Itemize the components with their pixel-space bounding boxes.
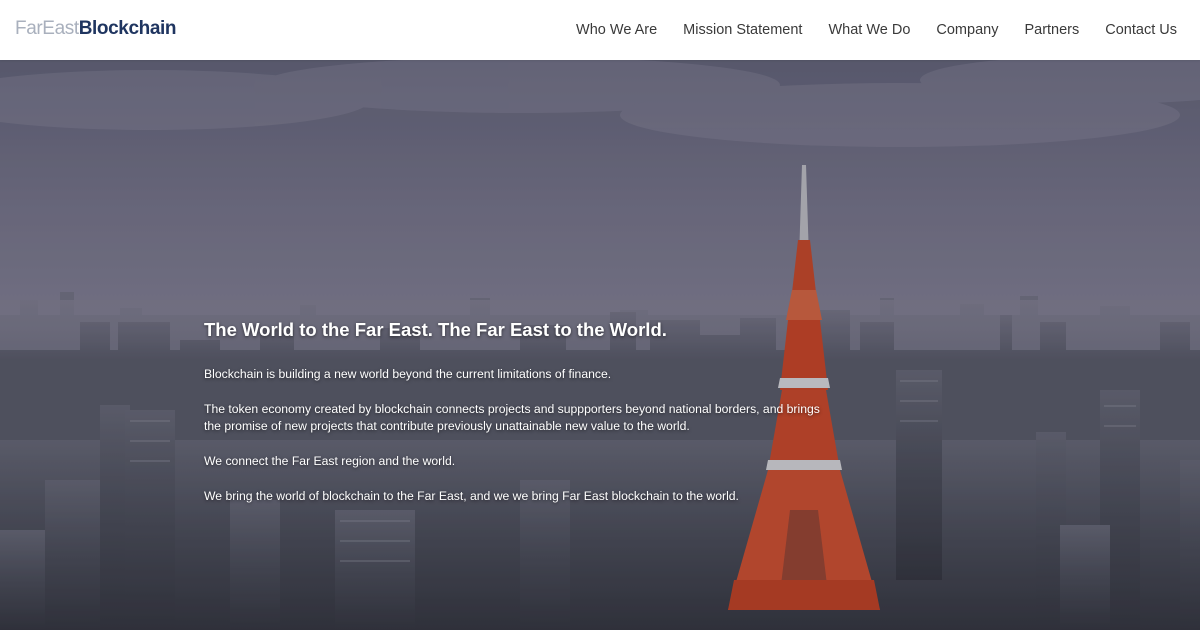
hero-title: The World to the Far East. The Far East … [204, 319, 667, 340]
hero-paragraph-2: The token economy created by blockchain … [204, 402, 820, 433]
logo-text-light: FarEast [15, 18, 79, 39]
hero-section: The World to the Far East. The Far East … [0, 60, 1200, 630]
nav-item-mission-statement[interactable]: Mission Statement [670, 22, 815, 38]
nav-item-partners[interactable]: Partners [1011, 22, 1092, 38]
page: FarEast Blockchain Who We Are Mission St… [0, 0, 1200, 630]
hero-paragraph-4: We bring the world of blockchain to the … [204, 489, 739, 503]
hero-content: The World to the Far East. The Far East … [204, 318, 824, 523]
hero-paragraph-3: We connect the Far East region and the w… [204, 454, 456, 468]
site-logo[interactable]: FarEast Blockchain [15, 18, 176, 40]
site-header: FarEast Blockchain Who We Are Mission St… [0, 0, 1200, 60]
nav-item-company[interactable]: Company [923, 22, 1011, 38]
main-nav: Who We Are Mission Statement What We Do … [563, 0, 1190, 60]
nav-item-who-we-are[interactable]: Who We Are [563, 22, 670, 38]
nav-item-what-we-do[interactable]: What We Do [815, 22, 923, 38]
nav-item-contact-us[interactable]: Contact Us [1092, 22, 1190, 38]
logo-text-bold: Blockchain [78, 18, 177, 39]
hero-paragraph-1: Blockchain is building a new world beyon… [204, 367, 612, 381]
